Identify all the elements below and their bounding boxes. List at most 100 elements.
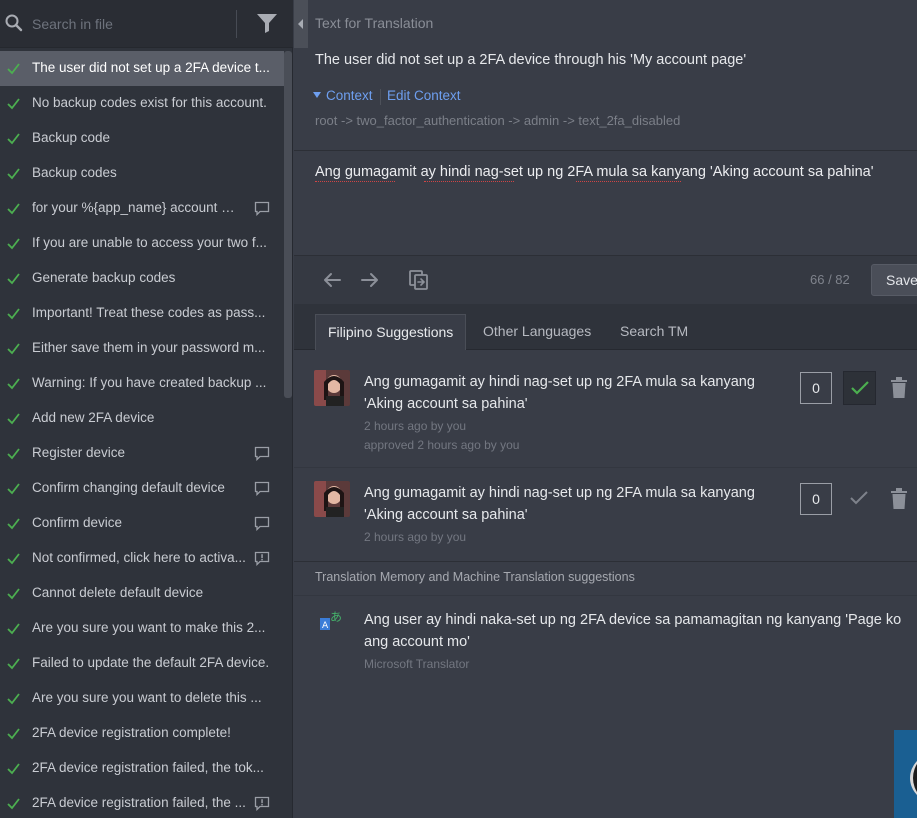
context-toggle-label: Context	[326, 88, 373, 103]
arrow-left-icon[interactable]	[321, 269, 343, 291]
check-icon	[7, 378, 20, 390]
arrow-right-icon[interactable]	[359, 269, 381, 291]
check-icon	[7, 483, 20, 495]
string-list-item[interactable]: Add new 2FA device	[0, 401, 284, 436]
string-list-item[interactable]: Register device	[0, 436, 284, 471]
string-label: Important! Treat these codes as pass...	[32, 305, 266, 320]
mt-source: Microsoft Translator	[364, 657, 470, 671]
check-icon	[7, 623, 20, 635]
string-key-path: root -> two_factor_authentication -> adm…	[315, 113, 681, 128]
comment-icon	[254, 481, 270, 496]
context-toggle[interactable]: Context	[313, 88, 373, 103]
string-list-item[interactable]: 2FA device registration failed, the tok.…	[0, 751, 284, 786]
spelling-underline	[576, 181, 681, 182]
trash-icon[interactable]	[890, 488, 908, 510]
string-label: Backup code	[32, 130, 111, 145]
string-label: for your %{app_name} account %{...	[32, 200, 246, 215]
string-label: 2FA device registration complete!	[32, 725, 231, 740]
check-icon	[7, 798, 20, 810]
copy-source-icon[interactable]	[408, 269, 430, 291]
save-button[interactable]: Save	[871, 264, 917, 296]
suggestion-meta: 2 hours ago by you	[364, 419, 467, 433]
mt-suggestion-text[interactable]: Ang user ay hindi naka-set up ng 2FA dev…	[364, 609, 917, 653]
chat-widget-icon	[910, 754, 917, 802]
comment-icon	[254, 446, 270, 461]
string-label: Either save them in your password m...	[32, 340, 266, 355]
string-list-item[interactable]: Are you sure you want to delete this ...	[0, 681, 284, 716]
string-list-item[interactable]: Backup code	[0, 121, 284, 156]
divider	[294, 467, 917, 468]
sidebar-scrollbar[interactable]	[284, 51, 292, 398]
string-list-item[interactable]: Cannot delete default device	[0, 576, 284, 611]
string-list-item[interactable]: Generate backup codes	[0, 261, 284, 296]
check-icon	[7, 308, 20, 320]
string-list-item[interactable]: If you are unable to access your two f..…	[0, 226, 284, 261]
string-label: Confirm changing default device	[32, 480, 225, 495]
string-list-item[interactable]: No backup codes exist for this account.	[0, 86, 284, 121]
edit-context-link[interactable]: Edit Context	[387, 88, 461, 103]
check-icon	[7, 518, 20, 530]
filter-icon[interactable]	[256, 12, 278, 34]
comment-icon	[254, 201, 270, 216]
string-label: If you are unable to access your two f..…	[32, 235, 267, 250]
svg-text:あ: あ	[330, 610, 342, 624]
tm-section-header: Translation Memory and Machine Translati…	[315, 570, 635, 584]
string-label: Add new 2FA device	[32, 410, 155, 425]
string-list-item[interactable]: 2FA device registration failed, the ...	[0, 786, 284, 818]
check-icon	[7, 693, 20, 705]
check-icon	[7, 133, 20, 145]
string-list-item[interactable]: 2FA device registration complete!	[0, 716, 284, 751]
issue-icon	[254, 796, 270, 811]
string-list-item[interactable]: Backup codes	[0, 156, 284, 191]
string-list-item[interactable]: Failed to update the default 2FA device.	[0, 646, 284, 681]
check-icon	[7, 763, 20, 775]
main-panel: Text for Translation The user did not se…	[294, 0, 917, 818]
editor-toolbar: 66 / 82 Save	[294, 256, 917, 304]
avatar	[314, 370, 350, 406]
divider	[294, 595, 917, 596]
tab-search-tm[interactable]: Search TM	[620, 314, 688, 350]
check-icon	[7, 448, 20, 460]
translation-editor-app: The user did not set up a 2FA device t..…	[0, 0, 917, 818]
search-bar	[0, 0, 293, 48]
string-label: Failed to update the default 2FA device.	[32, 655, 270, 670]
search-divider	[236, 10, 237, 38]
suggestion-text: Ang gumagamit ay hindi nag-set up ng 2FA…	[364, 485, 755, 523]
check-icon	[7, 588, 20, 600]
string-list-item[interactable]: for your %{app_name} account %{...	[0, 191, 284, 226]
string-list-item[interactable]: Are you sure you want to make this 2...	[0, 611, 284, 646]
string-list: The user did not set up a 2FA device t..…	[0, 51, 284, 818]
tab-other-languages[interactable]: Other Languages	[483, 314, 591, 350]
suggestion-approval-meta: approved 2 hours ago by you	[364, 438, 520, 452]
check-icon	[7, 553, 20, 565]
string-label: Cannot delete default device	[32, 585, 204, 600]
string-label: Not confirmed, click here to activa...	[32, 550, 246, 565]
caret-down-icon	[313, 92, 321, 98]
issue-icon	[254, 551, 270, 566]
approve-button[interactable]	[843, 482, 876, 516]
string-list-item[interactable]: Warning: If you have created backup ...	[0, 366, 284, 401]
string-list-item[interactable]: Confirm device	[0, 506, 284, 541]
string-list-item[interactable]: The user did not set up a 2FA device t..…	[0, 51, 284, 86]
check-icon	[7, 63, 20, 75]
string-list-item[interactable]: Either save them in your password m...	[0, 331, 284, 366]
svg-text:A: A	[322, 621, 329, 631]
divider	[294, 150, 917, 151]
string-label: 2FA device registration failed, the ...	[32, 795, 246, 810]
translation-input[interactable]	[294, 152, 917, 254]
tab-filipino-suggestions[interactable]: Filipino Suggestions	[315, 314, 467, 350]
string-list-item[interactable]: Not confirmed, click here to activa...	[0, 541, 284, 576]
check-icon	[7, 203, 20, 215]
vote-count[interactable]: 0	[800, 372, 832, 404]
approve-button[interactable]	[843, 371, 876, 405]
check-icon	[7, 413, 20, 425]
comment-icon	[254, 516, 270, 531]
string-list-item[interactable]: Confirm changing default device	[0, 471, 284, 506]
vote-count[interactable]: 0	[800, 483, 832, 515]
string-label: The user did not set up a 2FA device t..…	[32, 60, 270, 75]
chat-widget[interactable]	[894, 730, 917, 818]
trash-icon[interactable]	[890, 377, 908, 399]
search-input[interactable]	[32, 12, 227, 36]
string-label: Generate backup codes	[32, 270, 176, 285]
string-list-item[interactable]: Important! Treat these codes as pass...	[0, 296, 284, 331]
